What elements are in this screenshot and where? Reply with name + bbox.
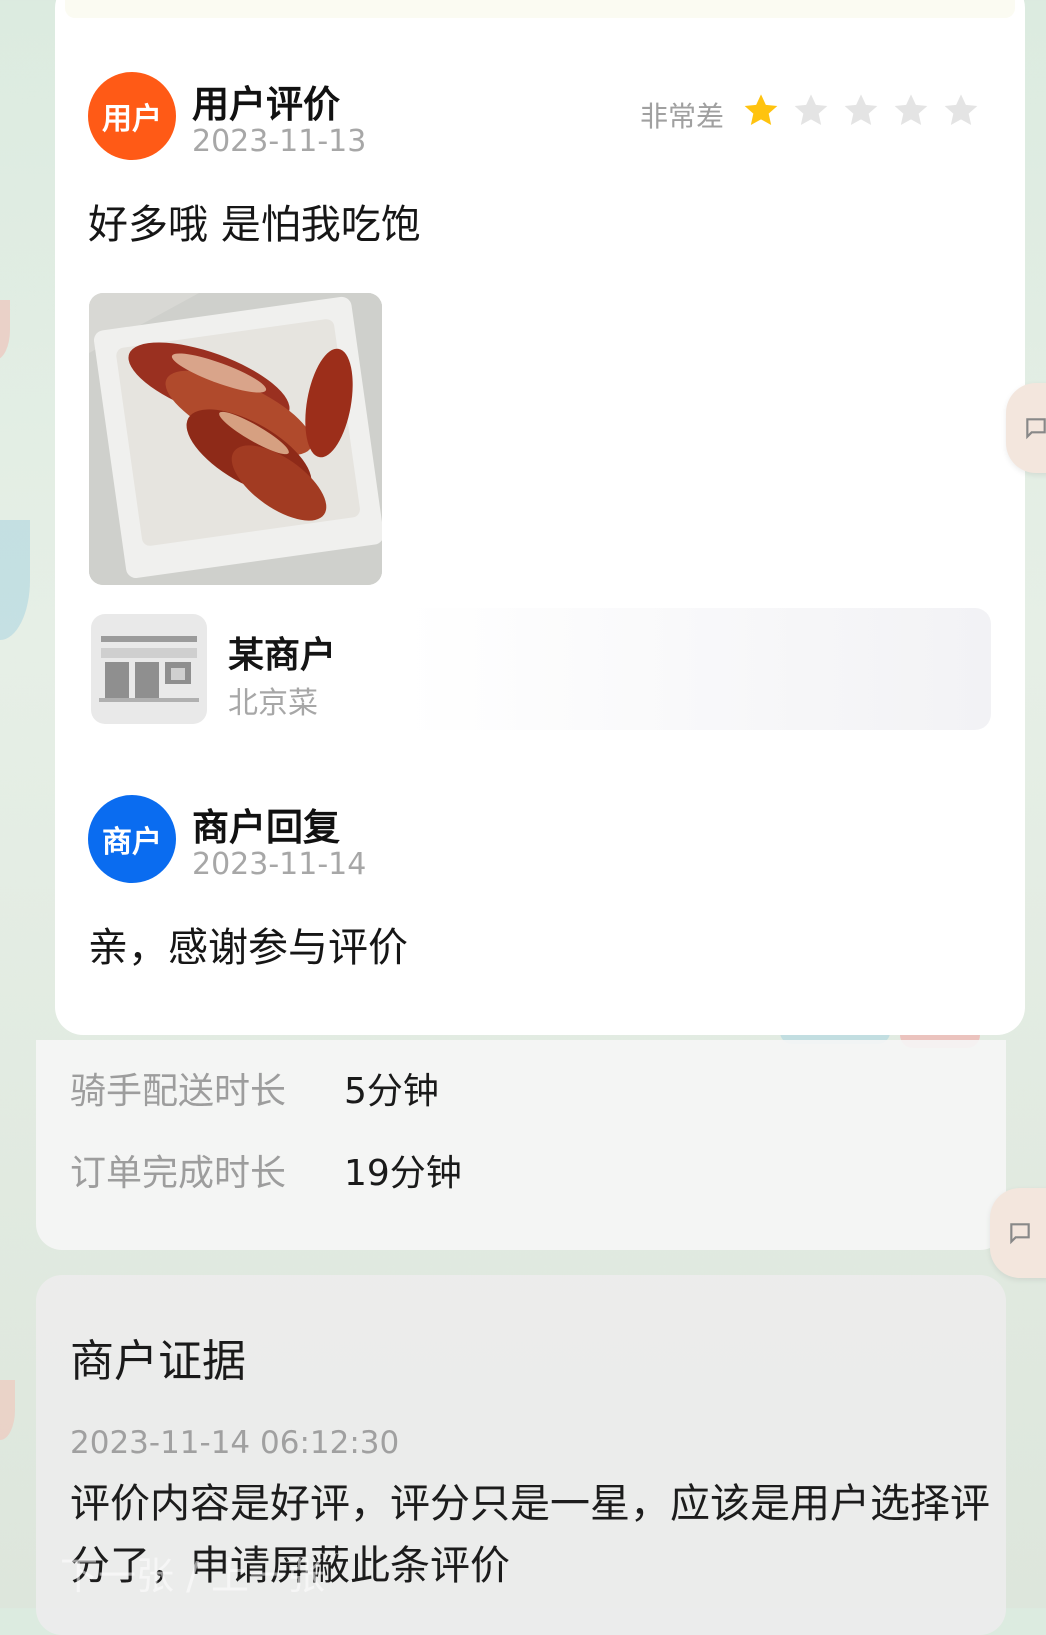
merchant-avatar-label: 商户: [102, 825, 162, 860]
chat-float-button[interactable]: [1006, 383, 1046, 473]
star-icon: [944, 94, 978, 125]
star-icon: [744, 94, 778, 125]
background-leaf: [0, 300, 10, 360]
rider-delivery-time-value: 5分钟: [344, 1071, 439, 1112]
review-text: 好多哦 是怕我吃饱: [88, 202, 421, 248]
merchant-avatar: 商户: [88, 795, 176, 883]
merchant-reply-date: 2023-11-14: [192, 847, 367, 882]
background-leaf: [0, 1380, 15, 1440]
rating-label: 非常差: [640, 100, 725, 133]
evidence-timestamp: 2023-11-14 06:12:30: [70, 1425, 400, 1461]
shop-card[interactable]: 某商户 北京菜: [91, 608, 991, 730]
card-top-strip: [65, 0, 1015, 18]
order-complete-time-label: 订单完成时长: [70, 1153, 287, 1194]
merchant-reply-text: 亲，感谢参与评价: [88, 925, 408, 971]
merchant-reply-title: 商户回复: [192, 806, 340, 849]
shop-name: 某商户: [228, 635, 337, 676]
user-avatar: 用户: [88, 72, 176, 160]
chat-icon: [1010, 1223, 1030, 1245]
user-avatar-label: 用户: [102, 102, 162, 137]
star-icon: [844, 94, 878, 125]
background-leaf: [0, 520, 30, 640]
evidence-title: 商户证据: [70, 1336, 246, 1387]
user-review-title: 用户评价: [192, 83, 340, 126]
star-icon: [894, 94, 928, 125]
star-icon: [794, 94, 828, 125]
rider-delivery-time-label: 骑手配送时长: [70, 1071, 287, 1112]
review-photo[interactable]: [89, 293, 382, 585]
star-rating: [741, 91, 981, 131]
order-complete-time-value: 19分钟: [344, 1153, 462, 1194]
chat-float-button[interactable]: [990, 1188, 1046, 1278]
watermark-text: 下一张 / 上一张: [60, 1554, 325, 1598]
shop-thumbnail: [91, 614, 207, 724]
delivery-stats-card: 骑手配送时长 5分钟 订单完成时长 19分钟: [36, 1040, 1006, 1250]
chat-icon: [1026, 418, 1046, 440]
shop-category: 北京菜: [228, 686, 318, 721]
roast-duck-image: [89, 293, 382, 585]
storefront-icon: [99, 636, 199, 702]
user-review-date: 2023-11-13: [192, 124, 367, 159]
